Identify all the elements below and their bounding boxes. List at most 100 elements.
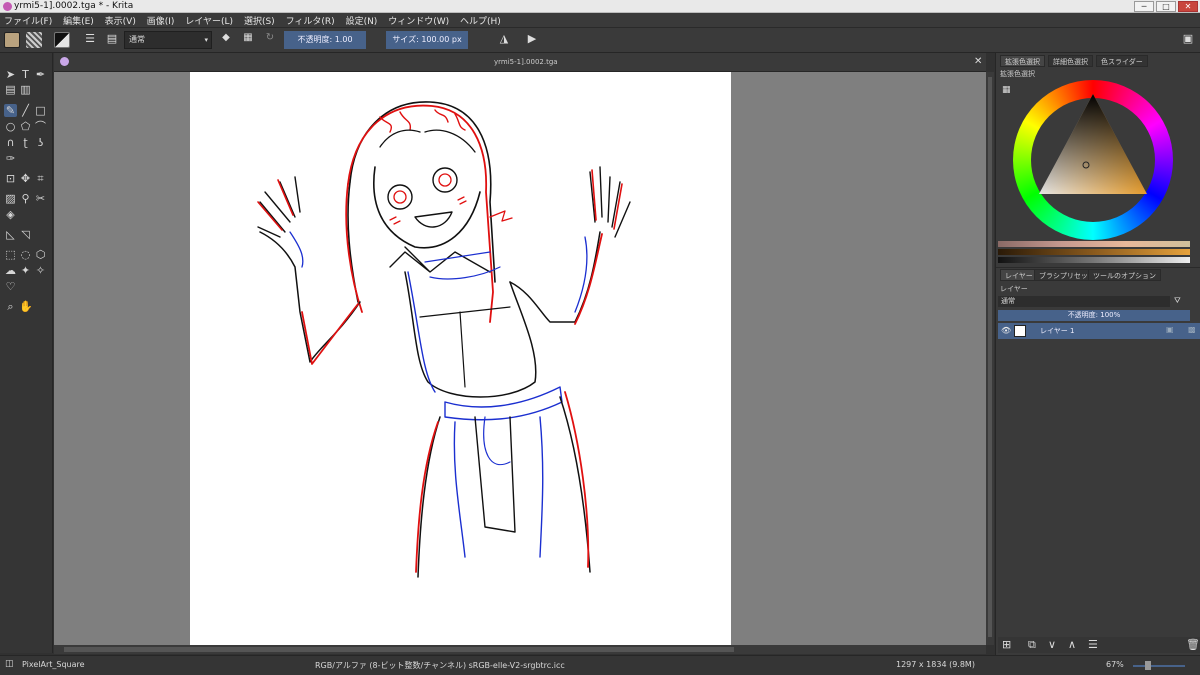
close-document-icon[interactable]: ✕ [974,56,982,67]
layer-opacity-slider[interactable]: 不透明度: 100% [998,310,1190,321]
multibrush-icon[interactable]: ✑ [4,152,17,165]
close-window-button[interactable]: ✕ [1178,1,1198,12]
blend-mode-select[interactable]: 通常 ▾ [124,31,212,49]
dynamic-brush-icon[interactable]: ʖ [34,136,47,149]
menu-file[interactable]: ファイル(F) [0,13,56,27]
layer-properties-icon[interactable]: ☰ [1088,638,1098,651]
color-shade-strip[interactable] [998,249,1190,255]
alpha-lock-icon[interactable]: ▩ [1188,325,1196,334]
drawing-canvas[interactable] [190,72,731,645]
document-tabbar: yrmi5-1].0002.tga ✕ [54,53,986,72]
eye-icon[interactable]: 👁 [1001,326,1011,335]
mirror-horizontal-icon[interactable]: ◮ [496,32,512,48]
edit-shapes-icon[interactable]: ▤ [4,83,17,96]
transform-icon[interactable]: ⊡ [4,172,17,185]
fill-icon[interactable]: ◈ [4,208,17,221]
eraser-icon[interactable]: ◆ [218,32,234,48]
vertical-scrollbar[interactable] [986,72,994,645]
horizontal-scrollbar[interactable] [54,645,986,654]
color-picker-icon[interactable]: ⚲ [19,192,32,205]
menu-help[interactable]: ヘルプ(H) [456,13,505,27]
color-history-strip[interactable] [998,241,1190,247]
status-bar: ◫ PixelArt_Square RGB/アルファ (8-ビット整数/チャンネ… [0,655,1200,675]
calligraphy-icon[interactable]: ✒ [34,68,47,81]
zoom-slider[interactable] [1133,665,1185,667]
reload-preset-icon[interactable]: ↻ [262,32,278,48]
color-value-strip[interactable] [998,257,1190,263]
tab-detailed-color[interactable]: 詳細色選択 [1048,55,1093,67]
opacity-spinbox[interactable]: 不透明度: 1.00 [284,31,366,49]
tab-layers[interactable]: レイヤー [1000,269,1038,281]
size-spinbox[interactable]: サイズ: 100.00 px [386,31,468,49]
layers-panel-title: レイヤー [1000,285,1028,293]
move-icon[interactable]: ✥ [19,172,32,185]
gradient-icon[interactable]: ▨ [4,192,17,205]
canvas-area[interactable] [54,72,986,645]
pattern-edit-icon[interactable]: ▥ [19,83,32,96]
fg-bg-color-icon[interactable] [54,32,70,48]
add-layer-icon[interactable]: ⊞ [1002,638,1011,651]
lock-icon[interactable]: ▣ [1166,325,1174,334]
select-shape-icon[interactable]: ➤ [4,68,17,81]
line-icon[interactable]: ╱ [19,104,32,117]
pan-icon[interactable]: ✋ [19,300,33,313]
color-triangle[interactable] [1013,80,1173,240]
minimize-button[interactable]: ─ [1134,1,1154,12]
move-layer-up-icon[interactable]: ∧ [1068,638,1076,651]
layer-row[interactable]: 👁 レイヤー 1 ▣ ▩ [998,323,1200,339]
menu-select[interactable]: 選択(S) [240,13,279,27]
similar-select-icon[interactable]: ✧ [34,264,47,277]
assistant-icon[interactable]: ◹ [19,228,32,241]
crop-icon[interactable]: ⌗ [34,172,47,185]
text-icon[interactable]: T [19,68,32,81]
menu-window[interactable]: ウィンドウ(W) [384,13,453,27]
polygon-icon[interactable]: ⬠ [19,120,32,133]
layer-name: レイヤー 1 [1040,327,1075,335]
tab-color-sliders[interactable]: 色スライダー [1096,55,1148,67]
measure-icon[interactable]: ◺ [4,228,17,241]
gradient-swatch[interactable] [26,32,42,48]
document-tab-title[interactable]: yrmi5-1].0002.tga [494,58,558,66]
zoom-slider-handle[interactable] [1145,661,1151,670]
magic-wand-icon[interactable]: ✦ [19,264,32,277]
menu-edit[interactable]: 編集(E) [59,13,98,27]
brush-settings-icon[interactable]: ▤ [104,32,120,48]
right-hand [589,166,631,238]
layer-thumbnail [1014,325,1026,337]
freehand-select-icon[interactable]: ☁ [4,264,17,277]
pattern-swatch[interactable] [4,32,20,48]
layer-blend-select[interactable]: 通常 [998,296,1170,307]
mirror-vertical-icon[interactable]: ▶ [524,32,540,48]
smart-patch-icon[interactable]: ✂ [34,192,47,205]
menu-settings[interactable]: 設定(N) [342,13,382,27]
horizontal-scroll-thumb[interactable] [64,647,734,652]
tab-tool-options[interactable]: ツールのオプション [1088,269,1161,281]
menu-layer[interactable]: レイヤー(L) [181,13,237,27]
ellipse-select-icon[interactable]: ◌ [19,248,32,261]
vertical-scroll-thumb[interactable] [988,77,992,637]
bezier-select-icon[interactable]: ♡ [4,280,17,293]
brush-presets-icon[interactable]: ☰ [82,32,98,48]
menu-image[interactable]: 画像(I) [143,13,179,27]
maximize-button[interactable]: □ [1156,1,1176,12]
rectangle-icon[interactable]: □ [34,104,47,117]
workspace-icon[interactable]: ▣ [1180,32,1196,48]
menu-filter[interactable]: フィルタ(R) [282,13,339,27]
zoom-icon[interactable]: ⌕ [4,300,17,313]
filter-icon[interactable]: ⛛ [1174,296,1181,306]
tool-options-bar: ☰ ▤ 通常 ▾ ◆ ▦ ↻ 不透明度: 1.00 サイズ: 100.00 px … [0,28,1200,53]
polygon-select-icon[interactable]: ⬡ [34,248,47,261]
delete-layer-icon[interactable]: 🗑 [1186,638,1200,651]
menu-view[interactable]: 表示(V) [101,13,140,27]
tab-advanced-color[interactable]: 拡張色選択 [1000,55,1045,67]
bezier-icon[interactable]: ∩ [4,136,17,149]
opacity-value: 1.00 [334,35,353,44]
preserve-alpha-icon[interactable]: ▦ [240,32,256,48]
freehand-path-icon[interactable]: ʈ [19,136,32,149]
polyline-icon[interactable]: ⌒ [34,120,47,133]
ellipse-icon[interactable]: ○ [4,120,17,133]
move-layer-down-icon[interactable]: ∨ [1048,638,1056,651]
freehand-brush-icon[interactable]: ✎ [4,104,17,117]
rect-select-icon[interactable]: ⬚ [4,248,17,261]
duplicate-layer-icon[interactable]: ⧉ [1028,638,1036,652]
